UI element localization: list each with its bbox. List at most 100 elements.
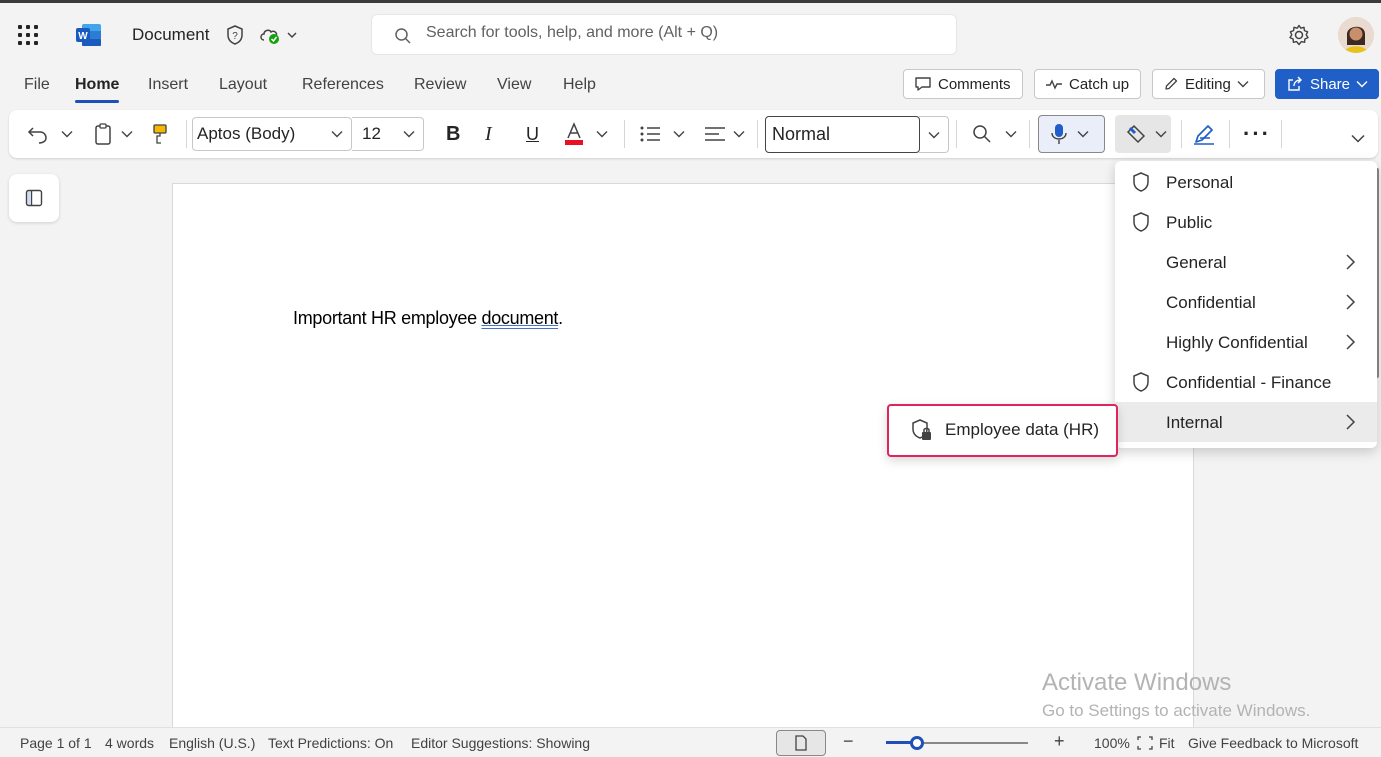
- word-count[interactable]: 4 words: [105, 735, 154, 751]
- menu-item-label: Personal: [1166, 173, 1234, 192]
- navigation-pane-button[interactable]: [9, 174, 59, 222]
- catch-up-button[interactable]: Catch up: [1034, 69, 1141, 99]
- menu-item-label: Internal: [1166, 413, 1223, 432]
- page-count[interactable]: Page 1 of 1: [20, 735, 92, 751]
- app-launcher-icon[interactable]: [18, 25, 38, 45]
- editing-label: Editing: [1185, 75, 1231, 93]
- divider: [1281, 120, 1282, 148]
- bold-button[interactable]: B: [446, 120, 460, 148]
- format-painter-button[interactable]: [151, 120, 169, 148]
- body-text-part: Important HR employee: [293, 308, 482, 328]
- divider: [186, 120, 187, 148]
- language-status[interactable]: English (U.S.): [169, 735, 255, 751]
- body-text-part: .: [558, 308, 563, 328]
- menu-item-label: Highly Confidential: [1166, 333, 1308, 352]
- editor-button[interactable]: [1192, 120, 1216, 148]
- sensitivity-dropdown-menu: Personal Public General Confidential Hig…: [1115, 161, 1377, 448]
- font-color-button[interactable]: [563, 120, 585, 148]
- comments-label: Comments: [938, 75, 1011, 93]
- tab-review[interactable]: Review: [414, 76, 466, 94]
- search-icon: [395, 28, 411, 44]
- search-input[interactable]: [426, 24, 926, 42]
- tab-layout[interactable]: Layout: [219, 76, 267, 94]
- sensitivity-button[interactable]: [1115, 115, 1171, 153]
- share-button[interactable]: Share: [1275, 69, 1379, 99]
- tab-help[interactable]: Help: [563, 76, 596, 94]
- menu-item-public[interactable]: Public: [1115, 202, 1377, 242]
- fit-button[interactable]: Fit: [1159, 735, 1175, 751]
- share-icon: [1288, 76, 1302, 91]
- paste-dropdown[interactable]: [121, 120, 133, 148]
- align-button[interactable]: [704, 120, 726, 148]
- cloud-saved-icon[interactable]: [258, 24, 300, 46]
- print-layout-view-button[interactable]: [776, 730, 826, 756]
- search-box[interactable]: [371, 14, 957, 55]
- gear-icon[interactable]: [1287, 23, 1311, 47]
- bullets-dropdown[interactable]: [673, 120, 685, 148]
- undo-dropdown[interactable]: [61, 120, 73, 148]
- document-body-text[interactable]: Important HR employee document.: [293, 308, 563, 329]
- zoom-out-button[interactable]: −: [843, 731, 854, 752]
- sensitivity-shield-icon[interactable]: ?: [224, 24, 246, 46]
- activation-watermark-title: Activate Windows: [1042, 669, 1232, 696]
- give-feedback-link[interactable]: Give Feedback to Microsoft: [1188, 735, 1358, 751]
- pencil-icon: [1165, 77, 1178, 90]
- zoom-slider-thumb[interactable]: [910, 736, 925, 750]
- tab-view[interactable]: View: [497, 76, 531, 94]
- comments-button[interactable]: Comments: [903, 69, 1023, 99]
- paste-button[interactable]: [94, 120, 112, 148]
- font-color-dropdown[interactable]: [596, 120, 608, 148]
- zoom-in-button[interactable]: +: [1054, 731, 1065, 752]
- submenu-item-employee-data[interactable]: Employee data (HR): [945, 420, 1099, 440]
- more-options-button[interactable]: ···: [1243, 120, 1271, 148]
- chevron-down-icon: [673, 131, 685, 138]
- search-icon: [973, 125, 991, 143]
- zoom-level[interactable]: 100%: [1094, 735, 1130, 751]
- menu-item-highly-confidential[interactable]: Highly Confidential: [1115, 322, 1377, 362]
- tab-file[interactable]: File: [24, 76, 50, 94]
- suggestion-underlined-word[interactable]: document: [481, 308, 558, 328]
- menu-item-confidential[interactable]: Confidential: [1115, 282, 1377, 322]
- editor-suggestions-status[interactable]: Editor Suggestions: Showing: [411, 735, 590, 751]
- menu-item-label: Public: [1166, 213, 1213, 232]
- tab-home[interactable]: Home: [75, 76, 120, 103]
- more-icon: ···: [1243, 121, 1271, 146]
- ribbon-expand-button[interactable]: [1351, 124, 1365, 152]
- undo-button[interactable]: [27, 120, 49, 148]
- style-dropdown[interactable]: [919, 116, 949, 153]
- find-button[interactable]: [972, 120, 992, 148]
- menu-item-general[interactable]: General: [1115, 242, 1377, 282]
- shield-icon: [1133, 172, 1149, 192]
- style-select[interactable]: Normal: [765, 116, 920, 153]
- style-value: Normal: [772, 124, 831, 144]
- font-size-select[interactable]: 12: [352, 117, 424, 151]
- bullets-button[interactable]: [639, 120, 661, 148]
- document-page[interactable]: Important HR employee document.: [172, 183, 1194, 743]
- menu-item-confidential-finance[interactable]: Confidential - Finance: [1115, 362, 1377, 402]
- underline-button[interactable]: U: [526, 120, 539, 148]
- font-name-select[interactable]: Aptos (Body): [192, 117, 352, 151]
- find-dropdown[interactable]: [1005, 120, 1017, 148]
- chevron-right-icon: [1346, 334, 1356, 350]
- undo-icon: [27, 127, 47, 144]
- menu-item-internal[interactable]: Internal: [1115, 402, 1377, 442]
- tab-references[interactable]: References: [302, 76, 384, 94]
- avatar[interactable]: [1338, 17, 1374, 53]
- dictate-button[interactable]: [1038, 115, 1105, 153]
- chevron-down-icon: [121, 131, 133, 138]
- underline-icon: U: [526, 123, 539, 144]
- align-dropdown[interactable]: [733, 120, 745, 148]
- fit-page-icon[interactable]: [1137, 736, 1153, 750]
- document-title[interactable]: Document: [132, 25, 209, 45]
- menu-item-personal[interactable]: Personal: [1115, 162, 1377, 202]
- editing-mode-button[interactable]: Editing: [1152, 69, 1265, 99]
- font-name-value: Aptos (Body): [197, 124, 296, 143]
- chevron-down-icon: [733, 131, 745, 138]
- format-painter-icon: [153, 124, 167, 144]
- divider: [1029, 120, 1030, 148]
- tab-insert[interactable]: Insert: [148, 76, 188, 94]
- italic-button[interactable]: I: [485, 120, 492, 148]
- chevron-down-icon: [1351, 134, 1365, 143]
- page-view-icon: [795, 735, 807, 751]
- text-predictions-status[interactable]: Text Predictions: On: [268, 735, 393, 751]
